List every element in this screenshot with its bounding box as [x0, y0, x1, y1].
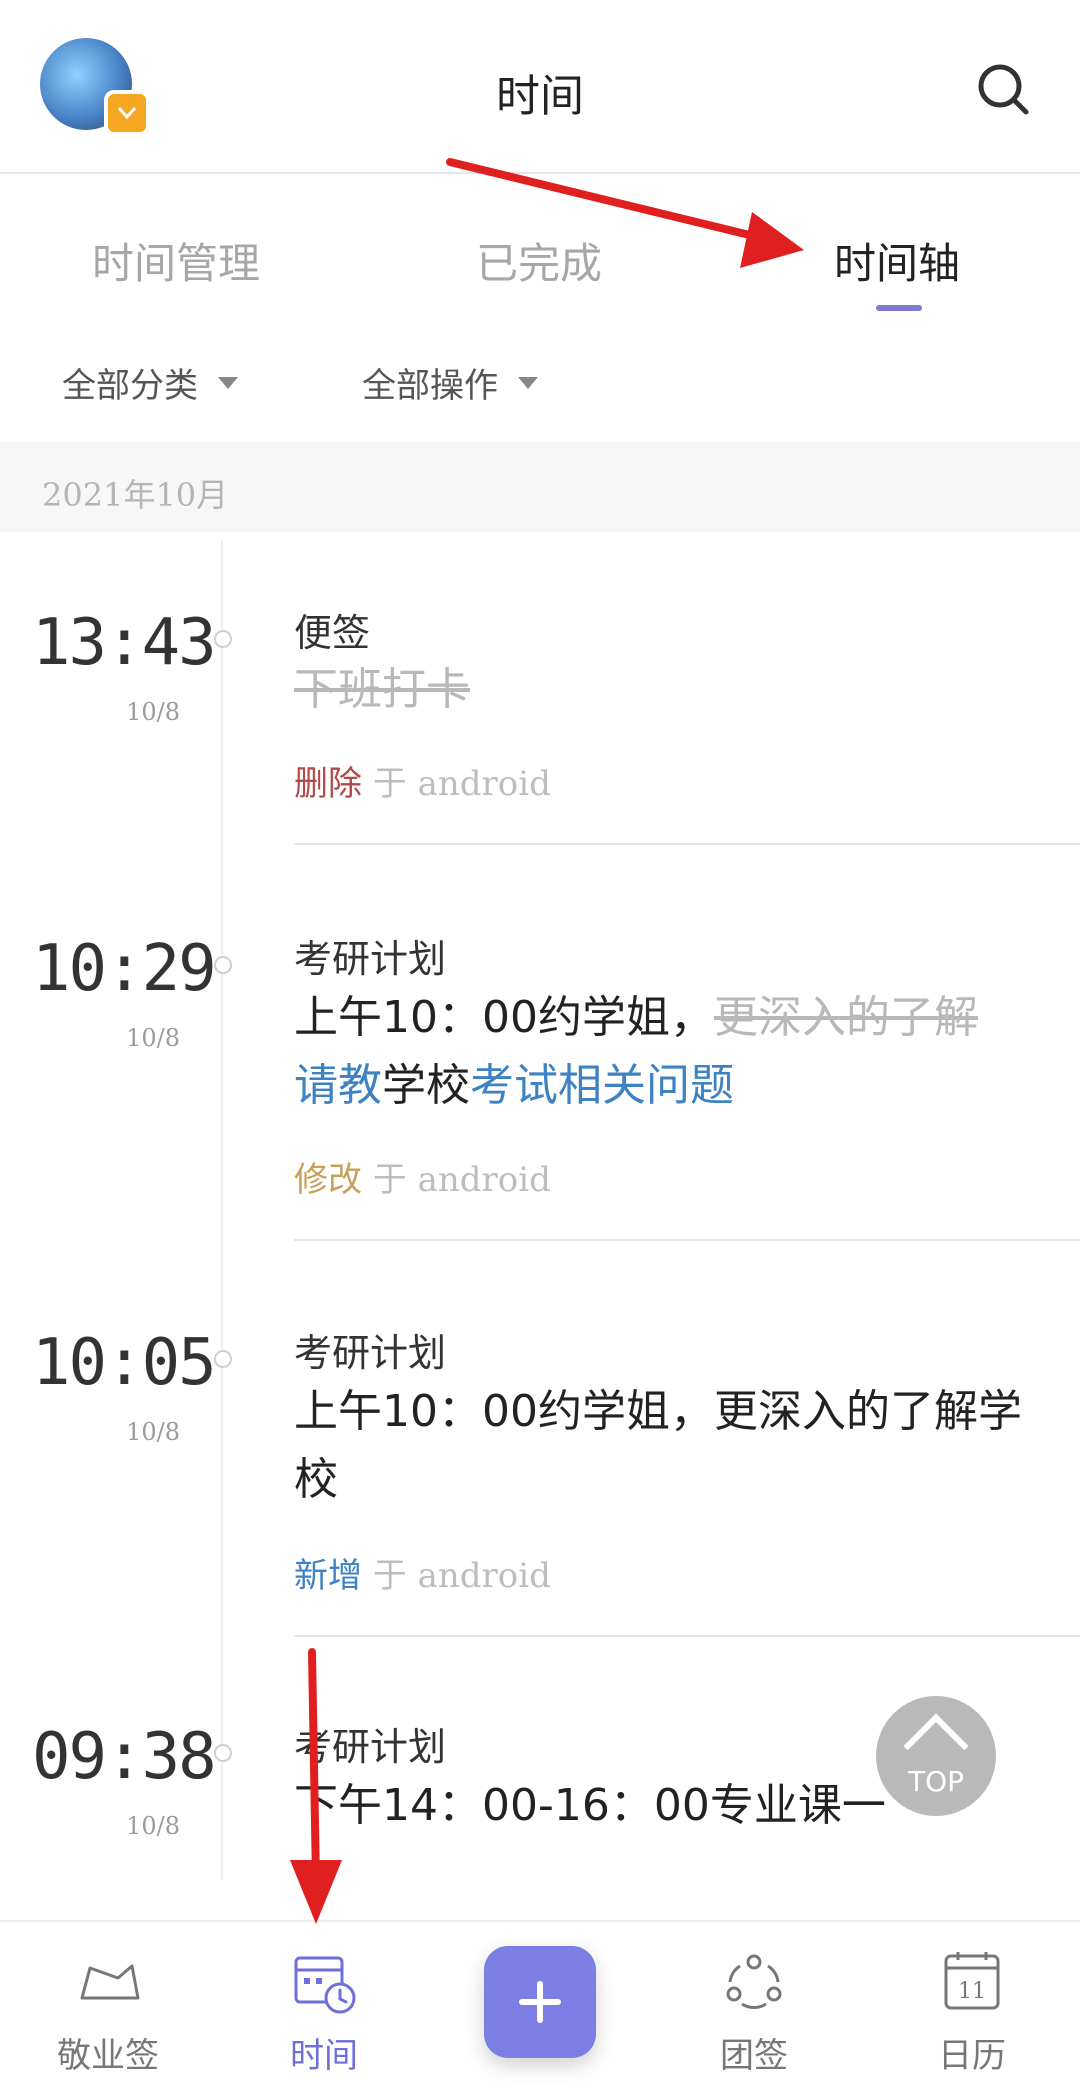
tab-completed[interactable]: 已完成	[476, 230, 602, 291]
chevron-down-icon	[518, 376, 538, 389]
search-icon[interactable]	[972, 58, 1036, 122]
entry-divider	[294, 1239, 1080, 1241]
add-button[interactable]	[484, 1946, 596, 2058]
entry-text[interactable]: 下班打卡	[294, 656, 1054, 724]
status-source: 于 android	[372, 764, 551, 804]
entry-status: 删除 于 android	[294, 756, 551, 805]
status-source: 于 android	[372, 1160, 551, 1200]
entry-category: 考研计划	[294, 1725, 447, 1769]
entry-time: 09:38	[32, 1720, 217, 1794]
timeline-dot	[214, 630, 232, 648]
timeline-line	[221, 540, 223, 1880]
entry-date: 10/8	[126, 1418, 180, 1446]
calendar-clock-icon	[294, 1956, 356, 2014]
entry-text-added: 请教	[294, 1060, 382, 1111]
entry-text[interactable]: 上午10：00约学姐，更深入的了解学校	[294, 1378, 1034, 1514]
entry-time: 10:05	[32, 1326, 217, 1400]
entry-date: 10/8	[126, 698, 180, 726]
entry-category: 考研计划	[294, 937, 447, 981]
entry-text[interactable]: 上午10：00约学姐，更深入的了解 请教学校考试相关问题	[294, 984, 1054, 1120]
page-title: 时间	[496, 71, 584, 122]
annotation-arrowhead	[290, 1860, 342, 1924]
entry-status: 修改 于 android	[294, 1152, 551, 1201]
scroll-to-top-button[interactable]: TOP	[876, 1696, 996, 1816]
operation-filter[interactable]: 全部操作	[362, 358, 538, 407]
calendar-day: 11	[958, 1979, 986, 2004]
calendar-icon: 11	[944, 1952, 1000, 2010]
entry-text-part: 学校	[382, 1060, 470, 1111]
nav-item-team[interactable]: 团签	[664, 1948, 844, 2077]
entry-time: 10:29	[32, 932, 217, 1006]
entry-date: 10/8	[126, 1812, 180, 1840]
status-deleted: 删除	[294, 764, 362, 804]
entry-text-added: 考试相关问题	[470, 1060, 734, 1111]
tab-time-management[interactable]: 时间管理	[92, 230, 260, 291]
nav-item-time[interactable]: 时间	[234, 1948, 414, 2077]
tab-bar: 时间管理 已完成 时间轴	[0, 210, 1080, 310]
tab-timeline[interactable]: 时间轴	[834, 230, 960, 291]
month-label: 2021年10月	[42, 476, 229, 514]
entry-text-part: 上午10：00约学姐，	[294, 992, 714, 1043]
nav-item-calendar[interactable]: 11 日历	[882, 1948, 1062, 2077]
nav-label: 日历	[938, 2036, 1006, 2076]
plus-icon	[519, 1981, 561, 2023]
nav-label: 敬业签	[57, 2036, 159, 2076]
group-icon	[726, 1954, 782, 2009]
entry-text-struck: 更深入的了解	[713, 992, 978, 1043]
entry-status: 新增 于 android	[294, 1548, 551, 1597]
nav-label: 时间	[290, 2036, 358, 2076]
status-modified: 修改	[294, 1160, 362, 1200]
tab-active-indicator	[876, 305, 922, 311]
app-header: 时间	[0, 0, 1080, 174]
category-filter[interactable]: 全部分类	[62, 358, 238, 407]
status-added: 新增	[294, 1556, 362, 1596]
entry-divider	[294, 1635, 1080, 1637]
entry-category: 考研计划	[294, 1331, 447, 1375]
category-filter-label: 全部分类	[62, 366, 198, 406]
entry-category: 便签	[294, 611, 371, 655]
entry-date: 10/8	[126, 1024, 180, 1052]
nav-label: 团签	[720, 2036, 788, 2076]
note-icon	[80, 1964, 140, 2000]
status-source: 于 android	[372, 1556, 551, 1596]
timeline-dot	[214, 1350, 232, 1368]
entry-time: 13:43	[32, 606, 217, 680]
nav-item-jingyeqian[interactable]: 敬业签	[18, 1948, 198, 2077]
month-header: 2021年10月	[0, 442, 1080, 532]
operation-filter-label: 全部操作	[362, 366, 498, 406]
timeline-dot	[214, 1744, 232, 1762]
timeline-dot	[214, 956, 232, 974]
chevron-down-icon	[218, 376, 238, 389]
entry-divider	[294, 843, 1080, 845]
entry-text-struck: 下班打卡	[294, 664, 470, 715]
